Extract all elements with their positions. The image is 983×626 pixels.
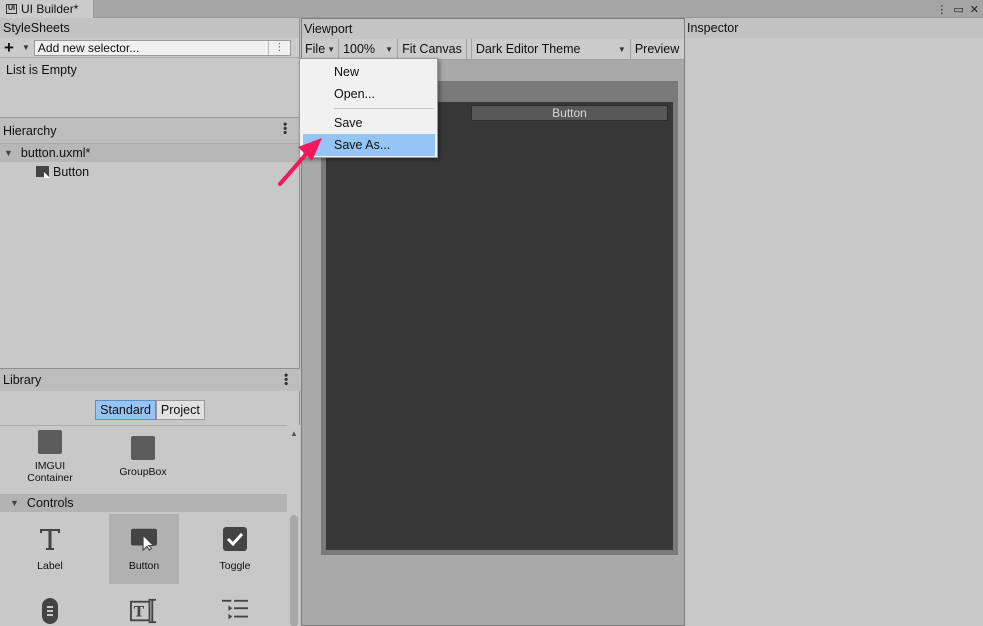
ui-builder-icon: UI <box>6 4 17 14</box>
maximize-icon[interactable]: ▭ <box>953 3 963 16</box>
controls-section-label: Controls <box>26 496 74 510</box>
library-item-button[interactable]: Button <box>109 514 179 584</box>
expand-triangle-icon[interactable]: ▼ <box>10 498 19 508</box>
canvas[interactable]: Button <box>326 102 673 550</box>
fit-canvas-label: Fit Canvas <box>402 42 462 56</box>
chevron-down-icon: ▼ <box>385 44 394 54</box>
viewport-header: Viewport <box>302 19 684 39</box>
inspector-panel: Inspector <box>686 18 983 626</box>
menu-separator <box>334 108 434 109</box>
theme-dropdown[interactable]: Dark Editor Theme ▼ <box>470 38 631 60</box>
viewport-toolbar: File ▼ 100% ▼ Fit Canvas Dark Editor The… <box>302 38 684 60</box>
empty-list-text: List is Empty <box>6 63 77 77</box>
tree-list-icon <box>222 598 248 624</box>
menu-item-new[interactable]: New <box>303 61 435 83</box>
stylesheets-title: StyleSheets <box>3 21 70 35</box>
library-menu-icon[interactable]: ••• <box>279 373 293 386</box>
stylesheets-header: StyleSheets <box>0 18 299 38</box>
square-icon <box>38 430 62 454</box>
scroller-icon <box>37 598 63 624</box>
library-panel: Library ••• Standard Project IMGUI Conta… <box>0 368 300 626</box>
selector-placeholder: Add new selector... <box>37 40 140 55</box>
library-item-label: GroupBox <box>119 466 167 478</box>
fit-canvas-button[interactable]: Fit Canvas <box>398 38 467 60</box>
chevron-down-icon: ▼ <box>327 44 336 54</box>
selector-options-icon[interactable]: ⋮ <box>267 40 290 55</box>
button-element-icon <box>36 166 50 178</box>
left-column: StyleSheets + ▼ Add new selector... ⋮ Li… <box>0 18 300 626</box>
library-item-partial-3[interactable] <box>200 598 270 626</box>
library-items: IMGUI Container GroupBox ▼ Controls Labe… <box>0 425 287 626</box>
file-label: File <box>305 42 326 56</box>
library-item-imgui-container[interactable]: IMGUI Container <box>15 430 85 484</box>
library-item-groupbox[interactable]: GroupBox <box>108 436 178 478</box>
scrollbar-thumb[interactable] <box>290 515 298 626</box>
library-item-label: IMGUI Container <box>27 460 73 484</box>
library-item-toggle[interactable]: Toggle <box>200 526 270 572</box>
text-icon <box>37 526 63 552</box>
stylesheets-list: List is Empty <box>0 58 299 117</box>
text-field-icon: T <box>130 598 156 624</box>
annotation-arrow-icon <box>278 138 322 186</box>
hierarchy-title: Hierarchy <box>3 123 57 138</box>
theme-value: Dark Editor Theme <box>475 42 581 56</box>
menu-item-save[interactable]: Save <box>303 112 435 134</box>
preview-label: Preview <box>634 42 680 56</box>
hierarchy-menu-icon[interactable]: ••• <box>278 122 292 135</box>
ui-builder-tab[interactable]: UI UI Builder* <box>0 0 94 18</box>
scroll-up-icon[interactable]: ▲ <box>290 429 298 438</box>
controls-section-header[interactable]: ▼ Controls <box>0 494 287 512</box>
expand-triangle-icon[interactable]: ▼ <box>4 148 13 158</box>
chevron-down-icon: ▼ <box>617 44 626 54</box>
hierarchy-root-row[interactable]: ▼ button.uxml* <box>0 143 299 162</box>
add-stylesheet-icon[interactable]: + <box>4 39 20 56</box>
inspector-header: Inspector <box>686 18 983 38</box>
svg-text:T: T <box>134 605 145 621</box>
control-label: Label <box>37 560 63 572</box>
zoom-value: 100% <box>343 42 376 56</box>
control-label: Toggle <box>219 560 251 572</box>
library-header: Library ••• <box>0 369 300 391</box>
tab-project[interactable]: Project <box>155 400 205 420</box>
library-scrollbar[interactable]: ▲ <box>287 425 300 626</box>
window-controls: ⋮ ▭ ✕ <box>936 0 979 18</box>
viewport-title: Viewport <box>304 22 353 36</box>
inspector-title: Inspector <box>687 21 739 35</box>
hierarchy-button-row[interactable]: Button <box>0 162 299 181</box>
hierarchy-root-label: button.uxml* <box>20 146 91 160</box>
library-item-partial-1[interactable] <box>15 598 85 626</box>
add-dropdown-chevron-icon[interactable]: ▼ <box>22 43 30 52</box>
library-tab-switch: Standard Project <box>0 400 300 420</box>
window-tab-strip: UI UI Builder* ⋮ ▭ ✕ <box>0 0 983 18</box>
hierarchy-header: Hierarchy ••• <box>0 117 299 143</box>
canvas-button-element[interactable]: Button <box>471 105 668 121</box>
add-selector-input[interactable]: Add new selector... ⋮ <box>33 39 291 56</box>
window-menu-icon[interactable]: ⋮ <box>936 3 947 16</box>
zoom-dropdown[interactable]: 100% ▼ <box>339 38 399 60</box>
file-menu-button[interactable]: File ▼ <box>302 38 340 60</box>
library-item-partial-2[interactable]: T <box>108 598 178 626</box>
tab-title: UI Builder* <box>21 2 79 16</box>
library-title: Library <box>3 373 42 387</box>
control-label: Button <box>128 560 160 572</box>
library-item-label[interactable]: Label <box>15 526 85 572</box>
menu-item-open[interactable]: Open... <box>303 83 435 105</box>
square-icon <box>131 436 155 460</box>
stylesheets-toolbar: + ▼ Add new selector... ⋮ <box>0 38 299 58</box>
hierarchy-child-label: Button <box>53 164 90 179</box>
button-icon <box>131 526 157 552</box>
preview-toggle[interactable]: Preview <box>631 39 683 60</box>
tab-standard[interactable]: Standard <box>95 400 156 420</box>
close-icon[interactable]: ✕ <box>970 3 979 16</box>
checkbox-icon <box>222 526 248 552</box>
